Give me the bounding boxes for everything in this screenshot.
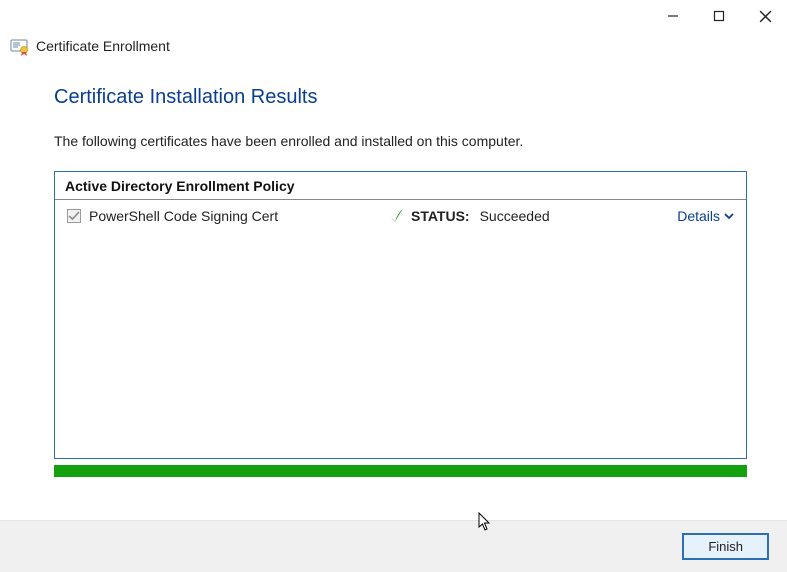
certificate-name: PowerShell Code Signing Cert xyxy=(89,208,389,224)
certificate-icon xyxy=(10,38,28,54)
dialog-header: Certificate Enrollment xyxy=(0,32,787,58)
maximize-button[interactable] xyxy=(705,2,733,30)
close-button[interactable] xyxy=(751,2,779,30)
progress-bar xyxy=(54,465,747,477)
certificate-status: STATUS: Succeeded xyxy=(389,208,677,224)
checkmark-icon xyxy=(389,208,405,224)
minimize-button[interactable] xyxy=(659,2,687,30)
certificate-row: PowerShell Code Signing Cert STATUS: Suc… xyxy=(55,200,746,224)
status-label: STATUS: xyxy=(411,208,470,224)
details-toggle[interactable]: Details xyxy=(677,208,734,224)
finish-button[interactable]: Finish xyxy=(682,533,769,560)
policy-header: Active Directory Enrollment Policy xyxy=(55,172,746,200)
window-titlebar xyxy=(0,0,787,32)
certificate-checkbox[interactable] xyxy=(67,209,81,223)
enrollment-policy-box: Active Directory Enrollment Policy Power… xyxy=(54,171,747,459)
chevron-down-icon xyxy=(724,208,734,224)
dialog-footer: Finish xyxy=(0,520,787,572)
page-description: The following certificates have been enr… xyxy=(54,133,747,149)
status-value: Succeeded xyxy=(480,208,550,224)
content-area: Certificate Installation Results The fol… xyxy=(0,58,787,477)
details-label: Details xyxy=(677,208,720,224)
page-heading: Certificate Installation Results xyxy=(54,86,747,109)
dialog-title: Certificate Enrollment xyxy=(36,38,170,54)
